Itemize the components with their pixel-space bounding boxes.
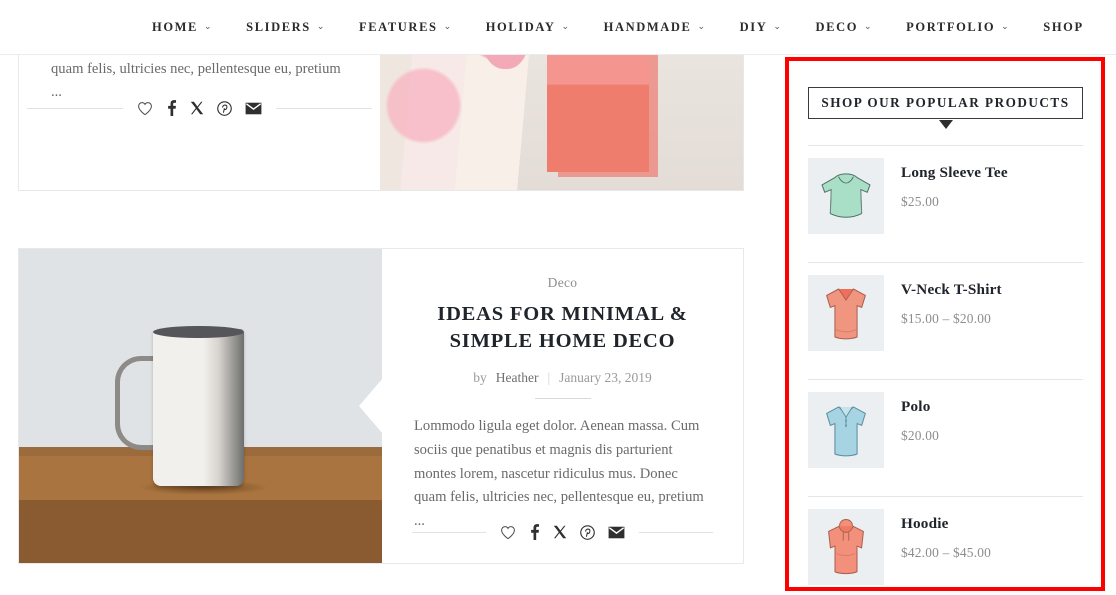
post-card: Deco IDEAS FOR MINIMAL & SIMPLE HOME DEC…	[18, 248, 744, 564]
widget-title-label: SHOP OUR POPULAR PRODUCTS	[821, 95, 1070, 110]
post-excerpt: Lommodo ligula eget dolor. Aenean massa.…	[414, 417, 704, 530]
nav-item-label: SLIDERS	[246, 20, 311, 34]
product-price: $20.00	[901, 428, 940, 443]
list-item[interactable]: V-Neck T-Shirt $15.00 – $20.00	[808, 262, 1083, 379]
nav-item-label: HOLIDAY	[485, 20, 556, 34]
heart-icon[interactable]	[500, 525, 516, 540]
product-thumbnail[interactable]	[808, 509, 884, 585]
nav-item-diy[interactable]: DIY ⌄	[740, 20, 783, 35]
nav-item-shop[interactable]: SHOP	[1043, 20, 1083, 35]
nav-item-label: DECO	[815, 20, 859, 34]
heart-icon[interactable]	[137, 101, 153, 116]
nav-item-label: SHOP	[1043, 20, 1084, 34]
chevron-down-icon: ⌄	[316, 21, 326, 32]
product-price: $25.00	[901, 194, 940, 209]
x-twitter-icon[interactable]	[553, 525, 567, 539]
polo-shirt-icon	[826, 406, 866, 457]
list-item[interactable]: Long Sleeve Tee $25.00	[808, 145, 1083, 262]
chevron-down-icon: ⌄	[864, 21, 874, 32]
product-info: Polo $20.00	[901, 392, 939, 496]
product-thumbnail[interactable]	[808, 392, 884, 468]
product-info: V-Neck T-Shirt $15.00 – $20.00	[901, 275, 1002, 379]
nav-item-holiday[interactable]: HOLIDAY ⌄	[486, 20, 571, 35]
nav-item-label: DIY	[739, 20, 768, 34]
nav-item-deco[interactable]: DECO ⌄	[816, 20, 874, 35]
post-category[interactable]: Deco	[548, 275, 578, 291]
main-navigation: HOME ⌄ SLIDERS ⌄ FEATURES ⌄ HOLIDAY ⌄ HA…	[0, 0, 1116, 55]
nav-item-label: HOME	[152, 20, 198, 34]
list-item[interactable]: Hoodie $42.00 – $45.00	[808, 496, 1083, 595]
share-icons	[486, 524, 639, 540]
post-share-row	[382, 524, 743, 540]
nav-item-portfolio[interactable]: PORTFOLIO ⌄	[906, 20, 1010, 35]
triangle-down-icon	[938, 120, 953, 129]
product-thumbnail[interactable]	[808, 158, 884, 234]
nav-item-label: HANDMADE	[603, 20, 692, 34]
share-divider-right	[639, 531, 713, 533]
nav-item-sliders[interactable]: SLIDERS ⌄	[246, 20, 326, 35]
meta-separator: |	[547, 369, 551, 385]
product-name[interactable]: V-Neck T-Shirt	[901, 281, 1002, 299]
product-thumbnail[interactable]	[808, 275, 884, 351]
list-item[interactable]: Polo $20.00	[808, 379, 1083, 496]
product-price: $42.00 – $45.00	[901, 545, 992, 560]
nav-item-label: FEATURES	[359, 20, 438, 34]
share-divider-left	[27, 107, 123, 109]
chevron-down-icon: ⌄	[203, 21, 214, 32]
pinterest-icon[interactable]	[580, 524, 595, 540]
site-header: HOME ⌄ SLIDERS ⌄ FEATURES ⌄ HOLIDAY ⌄ HA…	[0, 0, 1116, 55]
product-info: Hoodie $42.00 – $45.00	[901, 509, 991, 595]
email-icon[interactable]	[245, 102, 262, 115]
post-thumbnail[interactable]	[19, 249, 382, 563]
sidebar: SHOP OUR POPULAR PRODUCTS Long Sleeve Te…	[789, 61, 1102, 595]
post-share-row	[19, 100, 380, 116]
nav-item-home[interactable]: HOME ⌄	[152, 20, 213, 35]
mug-body	[153, 329, 245, 487]
post-date: January 23, 2019	[559, 369, 652, 385]
search-button[interactable]	[1112, 11, 1116, 45]
chevron-down-icon: ⌄	[773, 21, 783, 32]
share-divider-left	[412, 531, 486, 533]
product-price: $15.00 – $20.00	[901, 311, 992, 326]
nav-item-label: PORTFOLIO	[906, 20, 996, 34]
facebook-icon[interactable]	[166, 100, 177, 116]
popular-products-list: Long Sleeve Tee $25.00 V-Neck T-Shirt $1…	[808, 145, 1083, 595]
product-name[interactable]: Polo	[901, 398, 939, 416]
product-info: Long Sleeve Tee $25.00	[901, 158, 1008, 262]
post-author[interactable]: Heather	[496, 370, 539, 386]
post-meta: by Heather | January 23, 2019	[473, 370, 652, 386]
hoodie-icon	[828, 518, 864, 575]
post-author-prefix: by	[473, 369, 487, 385]
x-twitter-icon[interactable]	[190, 101, 204, 115]
post-title[interactable]: IDEAS FOR MINIMAL & SIMPLE HOME DECO	[414, 301, 711, 356]
post-content: Deco IDEAS FOR MINIMAL & SIMPLE HOME DEC…	[382, 249, 743, 563]
image-pointer-notch	[359, 378, 382, 434]
post-row: Deco IDEAS FOR MINIMAL & SIMPLE HOME DEC…	[19, 249, 743, 563]
chevron-down-icon: ⌄	[561, 21, 571, 32]
header-icons: 0	[1112, 11, 1116, 45]
facebook-icon[interactable]	[529, 524, 540, 540]
share-icons	[123, 100, 276, 116]
v-neck-tshirt-icon	[826, 288, 866, 340]
product-name[interactable]: Long Sleeve Tee	[901, 164, 1008, 182]
long-sleeve-tee-icon	[821, 173, 871, 218]
pinterest-icon[interactable]	[217, 100, 232, 116]
chevron-down-icon: ⌄	[443, 21, 453, 32]
nav-item-features[interactable]: FEATURES ⌄	[359, 20, 453, 35]
chevron-down-icon: ⌄	[697, 21, 707, 32]
nav-item-handmade[interactable]: HANDMADE ⌄	[604, 20, 707, 35]
chevron-down-icon: ⌄	[1001, 21, 1011, 32]
share-divider-right	[276, 107, 372, 109]
widget-title-shop-popular-products: SHOP OUR POPULAR PRODUCTS	[808, 87, 1083, 129]
meta-divider	[534, 397, 591, 399]
product-name[interactable]: Hoodie	[901, 515, 991, 533]
email-icon[interactable]	[608, 526, 625, 539]
